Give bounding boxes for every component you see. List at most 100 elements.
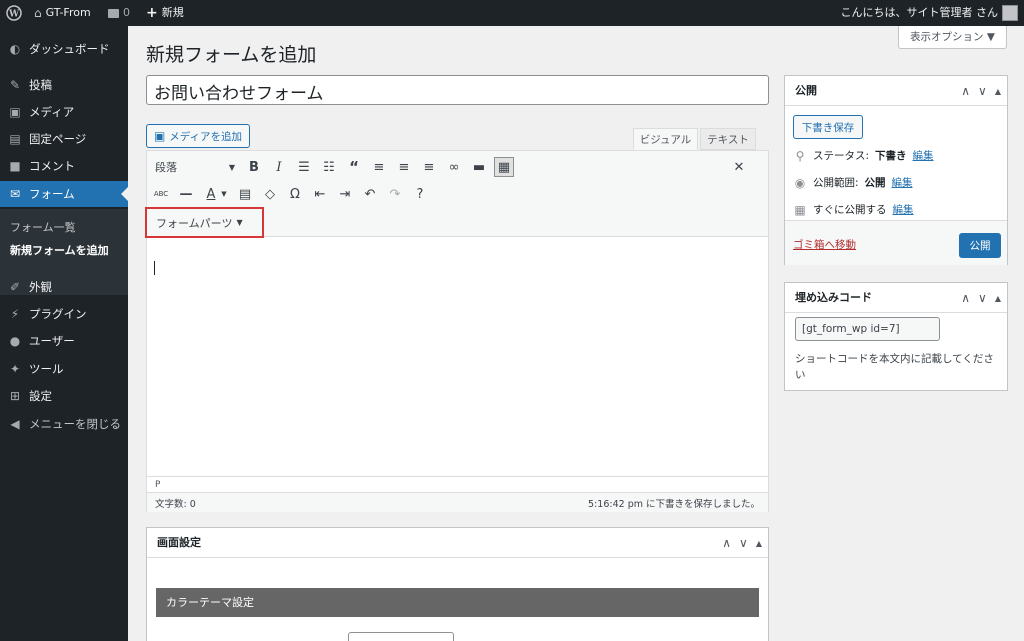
redo-icon[interactable]: ↷ [385,184,405,204]
publish-button[interactable]: 公開 [959,233,1001,258]
move-up-icon[interactable]: ∧ [961,84,970,98]
move-up-icon[interactable]: ∧ [722,536,731,550]
account-menu[interactable]: こんにちは、サイト管理者 さん [840,0,1018,26]
form-title-input[interactable]: お問い合わせフォーム [146,75,769,105]
bullet-list-icon[interactable]: ☰ [294,157,314,177]
bold-icon[interactable]: B [244,157,264,177]
sidebar-item-label: ダッシュボード [29,42,110,56]
color-theme-select[interactable] [348,632,454,641]
align-center-icon[interactable]: ≡ [394,157,414,177]
sidebar-item-settings[interactable]: ⊞ 設定 [0,383,128,409]
paste-text-icon[interactable]: ▤ [235,184,255,204]
tab-visual[interactable]: ビジュアル [633,128,698,150]
sidebar-item-users[interactable]: ● ユーザー [0,328,128,354]
sidebar-item-label: コメント [29,159,75,173]
move-down-icon[interactable]: ∨ [978,291,987,305]
special-character-icon[interactable]: Ω [285,184,305,204]
submenu-add-new-form[interactable]: 新規フォームを追加 [10,242,109,258]
element-path: P [147,476,768,492]
submenu-form-list[interactable]: フォーム一覧 [10,219,76,235]
italic-icon[interactable]: I [269,157,289,177]
plugin-icon: ⚡ [10,307,20,321]
greeting-text: こんにちは、サイト管理者 さん [840,6,999,19]
page-icon: ▤ [9,132,21,146]
color-theme-heading: カラーテーマ設定 [156,588,759,617]
visibility-value: 公開 [864,177,886,189]
media-icon: ▣ [9,105,21,119]
new-content-link[interactable]: + 新規 [146,0,184,26]
sidebar-item-posts[interactable]: ✎ 投稿 [0,72,128,98]
save-draft-button[interactable]: 下書き保存 [793,115,863,139]
status-row: ⚲ ステータス: 下書き 編集 [793,148,934,163]
form-parts-dropdown[interactable]: フォームパーツ ▼ [145,207,264,238]
help-icon[interactable]: ? [410,184,430,204]
add-media-button[interactable]: ▣ メディアを追加 [146,124,250,148]
move-to-trash-link[interactable]: ゴミ箱へ移動 [793,237,856,252]
sidebar-item-label: フォーム [29,187,75,201]
dropdown-arrow-icon: ▼ [228,162,235,172]
publish-box: 公開 ∧ ∨ ▲ 下書き保存 ⚲ ステータス: 下書き 編集 ◉ 公開範囲: 公… [784,75,1008,265]
toggle-panel-icon[interactable]: ▲ [995,294,1001,303]
screen-settings-title: 画面設定 [147,528,768,558]
sidebar-item-dashboard[interactable]: ◐ ダッシュボード [0,36,128,62]
admin-sidebar: ◐ ダッシュボード ✎ 投稿 ▣ メディア ▤ 固定ページ ■ コメント ✉ フ… [0,26,128,641]
shortcode-note: ショートコードを本文内に記載してください [795,353,994,381]
svg-text:W: W [8,10,20,20]
sidebar-item-plugins[interactable]: ⚡ プラグイン [0,301,128,327]
move-up-icon[interactable]: ∧ [961,291,970,305]
publish-box-controls: ∧ ∨ ▲ [961,76,1001,106]
undo-icon[interactable]: ↶ [360,184,380,204]
sidebar-item-appearance[interactable]: ✐ 外観 [0,274,128,300]
screen-options-button[interactable]: 表示オプション ▼ [898,26,1007,49]
sidebar-item-label: 外観 [29,280,52,294]
site-name-link[interactable]: ⌂ GT-From [34,0,91,26]
pin-icon: ✎ [9,78,21,92]
edit-schedule-link[interactable]: 編集 [893,202,914,217]
blockquote-icon[interactable]: “ [344,157,364,177]
numbered-list-icon[interactable]: ☷ [319,157,339,177]
sidebar-item-pages[interactable]: ▤ 固定ページ [0,126,128,152]
sidebar-item-label: メニューを閉じる [29,417,121,431]
autosave-status: 5:16:42 pm に下書きを保存しました。 [588,498,760,510]
content-editor: 段落 ▼ B I ☰ ☷ “ ≡ ≡ ≡ ∞ ▬ ▦ ✕ ABC — A ▼ ▤… [145,150,769,512]
pin-icon: ⚲ [795,148,805,163]
indent-icon[interactable]: ⇥ [335,184,355,204]
sidebar-item-forms[interactable]: ✉ フォーム [0,181,128,207]
move-down-icon[interactable]: ∨ [739,536,748,550]
visibility-label: 公開範囲: [813,177,859,189]
toolbar-toggle-icon[interactable]: ▦ [494,157,514,177]
toggle-panel-icon[interactable]: ▲ [756,539,762,548]
media-icon: ▣ [153,129,166,143]
home-icon: ⌂ [34,6,42,20]
schedule-label: すぐに公開する [813,204,887,216]
fullscreen-icon[interactable]: ✕ [729,157,749,177]
link-icon[interactable]: ∞ [444,157,464,177]
comments-link[interactable]: 0 [108,0,130,26]
status-value: 下書き [875,150,907,162]
sidebar-collapse-menu[interactable]: ◀ メニューを閉じる [0,411,128,437]
tab-text[interactable]: テキスト [700,128,756,150]
sidebar-item-media[interactable]: ▣ メディア [0,99,128,125]
comment-bubble-icon [108,8,119,18]
horizontal-line-icon[interactable]: — [176,184,196,204]
toggle-panel-icon[interactable]: ▲ [995,87,1001,96]
edit-status-link[interactable]: 編集 [913,148,934,163]
shortcode-field[interactable]: [gt_form_wp id=7] [795,317,940,341]
format-select[interactable]: 段落 ▼ [151,157,239,177]
align-left-icon[interactable]: ≡ [369,157,389,177]
outdent-icon[interactable]: ⇤ [310,184,330,204]
edit-visibility-link[interactable]: 編集 [892,175,913,190]
read-more-icon[interactable]: ▬ [469,157,489,177]
move-down-icon[interactable]: ∨ [978,84,987,98]
clear-formatting-icon[interactable]: ◇ [260,184,280,204]
sidebar-item-tools[interactable]: ✦ ツール [0,356,128,382]
sidebar-item-label: メディア [29,105,75,119]
collapse-icon: ◀ [10,417,20,431]
wordpress-logo-icon[interactable]: W [6,0,22,26]
align-right-icon[interactable]: ≡ [419,157,439,177]
text-color-dropdown-icon[interactable]: ▼ [218,184,230,204]
settings-icon: ⊞ [9,389,21,403]
strikethrough-icon[interactable]: ABC [151,184,171,204]
sidebar-item-comments[interactable]: ■ コメント [0,153,128,179]
editor-toolbar: 段落 ▼ B I ☰ ☷ “ ≡ ≡ ≡ ∞ ▬ ▦ ✕ ABC — A ▼ ▤… [145,151,768,238]
